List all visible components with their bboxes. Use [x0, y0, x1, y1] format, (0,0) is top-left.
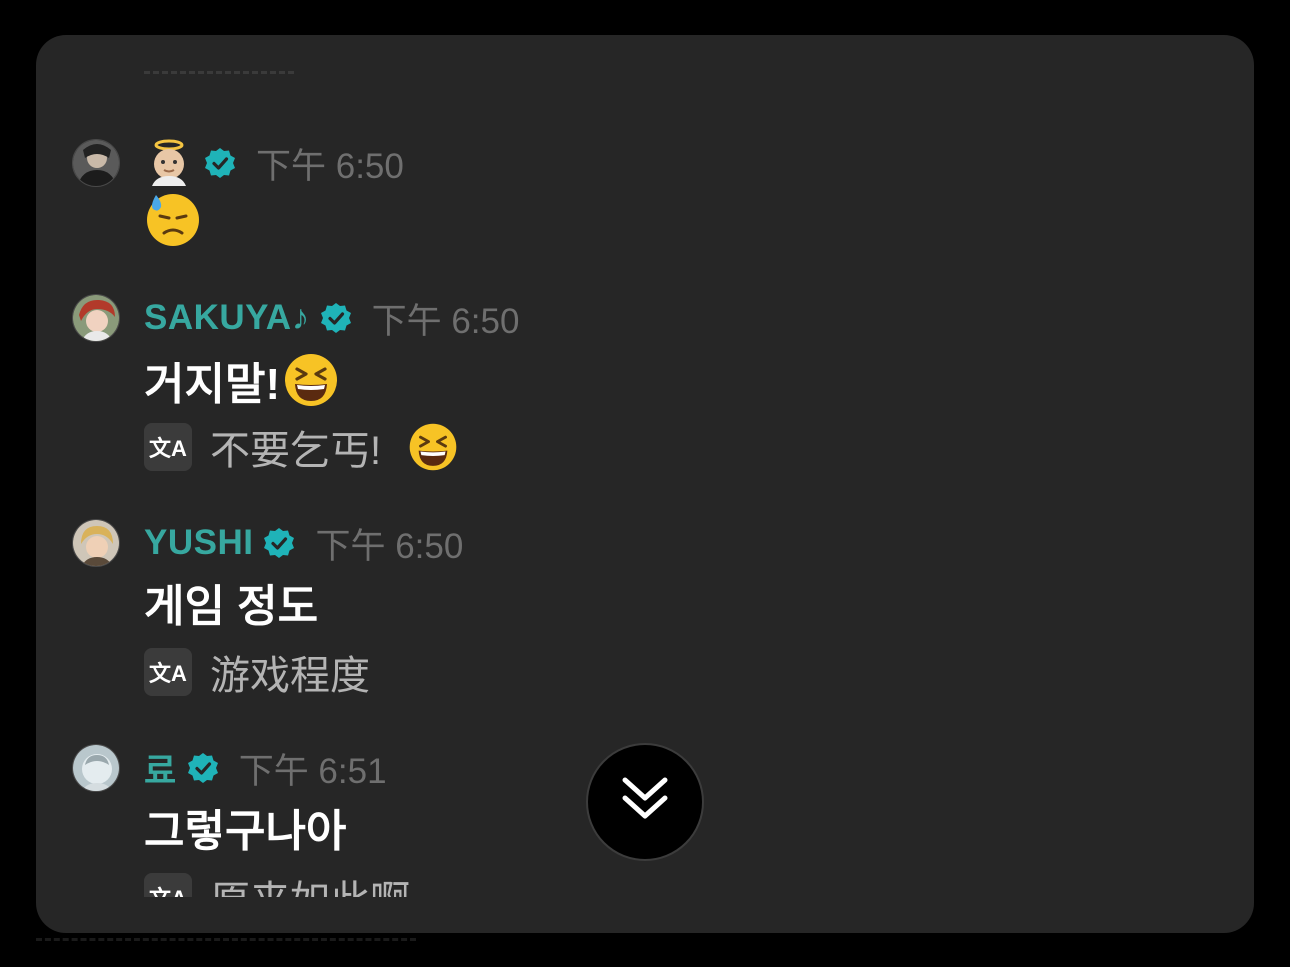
message-header: YUSHI 下午 6:50 — [144, 519, 463, 567]
translate-icon[interactable]: 文A — [144, 873, 192, 897]
timestamp: 下午 6:51 — [238, 751, 387, 791]
grinning-squinting-face-icon — [407, 421, 459, 473]
avatar[interactable] — [72, 519, 120, 567]
baby-angel-icon — [144, 138, 194, 188]
translate-icon[interactable]: 文A — [144, 423, 192, 471]
message-header: SAKUYA♪ 下午 6:50 — [144, 294, 519, 342]
username[interactable]: SAKUYA♪ — [144, 298, 310, 338]
timestamp: 下午 6:50 — [256, 146, 404, 186]
grinning-squinting-face-icon — [282, 351, 340, 409]
message-text: 그렇구나아 — [144, 807, 347, 856]
translation-text: 不要乞丐! — [210, 429, 382, 473]
verified-badge-icon — [263, 527, 295, 559]
avatar[interactable] — [72, 139, 120, 187]
timestamp: 下午 6:50 — [315, 526, 464, 566]
translate-icon[interactable]: 文A — [144, 648, 192, 696]
message-header: 下午 6:50 — [144, 139, 404, 187]
scroll-to-bottom-button[interactable] — [586, 743, 704, 861]
message-text: 게임 정도 — [144, 582, 319, 631]
username[interactable]: YUSHI — [144, 523, 253, 563]
avatar[interactable] — [72, 294, 120, 342]
verified-badge-icon — [320, 302, 352, 334]
verified-badge-icon — [187, 752, 219, 784]
faded-background-text — [36, 938, 416, 953]
message-text — [144, 189, 202, 247]
timestamp: 下午 6:50 — [371, 301, 520, 341]
message-text: 거지말! — [144, 348, 340, 412]
translation-text: 游戏程度 — [210, 654, 370, 698]
avatar[interactable] — [72, 744, 120, 792]
translation-row: 文A 原来如此啊 — [144, 868, 410, 897]
message-header: 료 下午 6:51 — [144, 744, 387, 792]
translation-text: 原来如此啊 — [210, 868, 410, 897]
username[interactable]: 료 — [144, 743, 177, 794]
translation-row: 文A 游戏程度 — [144, 643, 370, 701]
faded-previous-text — [144, 71, 294, 80]
verified-badge-icon — [204, 147, 236, 179]
downcast-sweat-face-icon — [144, 189, 202, 247]
translation-row: 文A 不要乞丐! — [144, 418, 459, 476]
double-chevron-down-icon — [619, 774, 671, 831]
chat-panel: 下午 6:50 SAKUYA♪ 下午 6:50 거지말! 文A 不要乞丐! YU… — [36, 35, 1254, 933]
